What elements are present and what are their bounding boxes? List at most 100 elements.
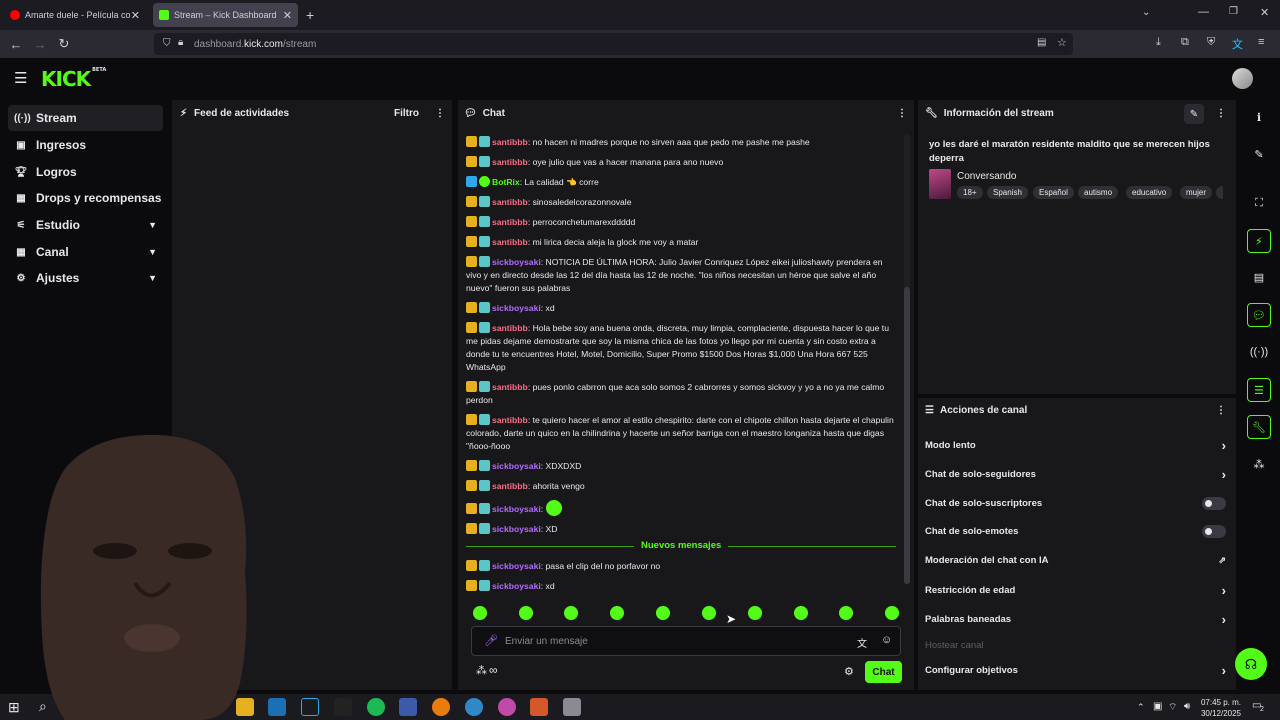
menu-icon[interactable]: ≡ — [1258, 36, 1264, 48]
chat-username[interactable]: santibbb — [492, 217, 528, 227]
close-tab-icon[interactable]: ✕ — [131, 9, 140, 22]
chat-username[interactable]: santibbb — [492, 481, 528, 491]
kick-logo[interactable]: KICK BETA — [41, 67, 106, 91]
support-headset-icon[interactable]: ☊ — [1235, 648, 1267, 680]
sidebar-item-ajustes[interactable]: ⚙ Ajustes ▼ — [8, 265, 163, 291]
steam-icon[interactable] — [268, 698, 286, 716]
chat-more-icon[interactable]: ⋮ — [897, 108, 907, 119]
action-configure-goals[interactable]: Configurar objetivos › — [925, 659, 1230, 681]
wifi-icon[interactable]: ⌔ — [1168, 701, 1177, 714]
chat-message[interactable]: santibbb: no hacen ni madres porque no s… — [466, 136, 898, 149]
emote-icon[interactable] — [702, 606, 716, 620]
sidebar-item-logros[interactable]: 🏆︎ Logros — [8, 159, 163, 185]
stream-info-more-icon[interactable]: ⋮ — [1216, 108, 1226, 119]
chat-username[interactable]: sickboysaki — [492, 303, 541, 313]
chat-username[interactable]: santibbb — [492, 197, 528, 207]
app-icon[interactable] — [498, 698, 516, 716]
url-bar[interactable]: ⛉ 🔒︎ dashboard. kick.com/stream ▤ ☆ — [154, 33, 1073, 55]
chat-message[interactable]: BotRix: La calidad 👈 corre — [466, 176, 898, 189]
emote-icon[interactable] — [839, 606, 853, 620]
broadcast-icon[interactable]: ((·)) — [1247, 340, 1271, 364]
emote-icon[interactable] — [794, 606, 808, 620]
channel-points-icon[interactable]: ⁂ — [476, 664, 487, 677]
browser-tab-youtube[interactable]: Amarte duele - Película comple ✕ — [4, 3, 146, 27]
feed-filter-button[interactable]: Filtro — [394, 108, 419, 119]
reload-icon[interactable]: ↻ — [53, 33, 75, 55]
reader-view-icon[interactable]: ▤ — [1037, 37, 1046, 48]
document-icon[interactable]: ▤ — [1247, 265, 1271, 289]
emote-icon[interactable] — [473, 606, 487, 620]
chat-username[interactable]: sickboysaki — [492, 561, 541, 571]
forward-arrow-icon[interactable]: → — [29, 33, 51, 55]
tab-list-chevron-icon[interactable]: ⌄ — [1142, 7, 1150, 18]
action-ai-moderation[interactable]: Moderación del chat con IA ⇗ — [925, 549, 1230, 571]
sidebar-item-drops[interactable]: ▦ Drops y recompensas — [8, 185, 163, 211]
feed-more-icon[interactable]: ⋮ — [435, 108, 445, 119]
extensions-icon[interactable]: ⧉ — [1181, 36, 1189, 49]
minimize-icon[interactable]: — — [1198, 6, 1209, 18]
chat-username[interactable]: BotRix — [492, 177, 520, 187]
wrench-icon[interactable]: 🔧︎ — [1247, 415, 1271, 439]
sidebar-item-estudio[interactable]: ⚟ Estudio ▼ — [8, 212, 163, 238]
chat-message[interactable]: sickboysaki: — [466, 500, 898, 516]
chat-message[interactable]: santibbb: mi lirica decia aleja la glock… — [466, 236, 898, 249]
bookmark-star-icon[interactable]: ☆ — [1057, 36, 1067, 49]
chat-scrollbar-thumb[interactable] — [904, 287, 910, 584]
chat-settings-gear-icon[interactable]: ⚙ — [844, 665, 854, 678]
channel-actions-icon[interactable]: ☰ — [1247, 378, 1271, 402]
app-icon[interactable] — [465, 698, 483, 716]
emote-icon[interactable] — [748, 606, 762, 620]
emote-icon[interactable] — [656, 606, 670, 620]
browser-tab-kick[interactable]: Stream – Kick Dashboard ✕ — [153, 3, 298, 27]
tray-app-icon[interactable]: ▣ — [1153, 701, 1162, 712]
activity-feed-icon[interactable]: ⚡︎ — [1247, 229, 1271, 253]
close-tab-icon[interactable]: ✕ — [283, 9, 292, 22]
hamburger-menu-icon[interactable]: ☰ — [14, 69, 27, 87]
chat-username[interactable]: santibbb — [492, 237, 528, 247]
info-icon[interactable]: ℹ — [1247, 105, 1271, 129]
action-slow-mode[interactable]: Modo lento › — [925, 434, 1230, 456]
chat-username[interactable]: sickboysaki — [492, 524, 541, 534]
chat-message[interactable]: santibbb: Hola bebe soy ana buena onda, … — [466, 322, 898, 374]
emote-icon[interactable] — [885, 606, 899, 620]
chat-message[interactable]: sickboysaki: pasa el clip del no porfavo… — [466, 560, 898, 573]
chat-message[interactable]: santibbb: sinosaledelcorazonnovale — [466, 196, 898, 209]
chat-username[interactable]: santibbb — [492, 157, 528, 167]
volume-icon[interactable]: 🔊︎ — [1184, 701, 1190, 712]
chat-message[interactable]: sickboysaki: XDXDXD — [466, 460, 898, 473]
action-age-restriction[interactable]: Restricción de edad › — [925, 579, 1230, 601]
translate-icon[interactable]: 文 — [1232, 36, 1243, 52]
chat-message[interactable]: sickboysaki: NOTICIA DE ÚLTIMA HORA: Jul… — [466, 256, 898, 295]
chat-message[interactable]: santibbb: perroconchetumarexddddd — [466, 216, 898, 229]
spotify-icon[interactable] — [367, 698, 385, 716]
taskbar-clock[interactable]: 07:45 p. m. 30/12/2025 — [1200, 697, 1241, 719]
subscribers-only-toggle[interactable] — [1202, 496, 1226, 510]
back-arrow-icon[interactable]: ← — [5, 33, 27, 55]
chat-username[interactable]: santibbb — [492, 415, 528, 425]
chat-message[interactable]: santibbb: oye julio que vas a hacer mana… — [466, 156, 898, 169]
chat-message[interactable]: santibbb: ahorita vengo — [466, 480, 898, 493]
chat-icon[interactable]: 💬︎ — [1247, 303, 1271, 327]
new-tab-button[interactable]: + — [306, 7, 314, 23]
sidebar-item-stream[interactable]: ((·)) Stream — [8, 105, 163, 131]
chat-message[interactable]: santibbb: te quiero hacer el amor al est… — [466, 414, 898, 453]
emote-icon[interactable] — [610, 606, 624, 620]
emote-icon[interactable] — [519, 606, 533, 620]
chat-username[interactable]: santibbb — [492, 323, 528, 333]
add-widget-icon[interactable]: ⁂ — [1247, 452, 1271, 476]
avatar[interactable] — [1232, 68, 1253, 89]
chat-message-input[interactable]: 🎤︎ Enviar un mensaje 文 ☺ — [471, 626, 901, 656]
action-followers-only[interactable]: Chat de solo-seguidores › — [925, 463, 1230, 485]
close-window-icon[interactable]: ✕ — [1260, 6, 1269, 19]
chat-message[interactable]: sickboysaki: XD — [466, 523, 898, 536]
windows-start-icon[interactable]: ⊞ — [8, 699, 20, 716]
chat-username[interactable]: sickboysaki — [492, 504, 541, 514]
chat-username[interactable]: sickboysaki — [492, 461, 541, 471]
blender-icon[interactable] — [432, 698, 450, 716]
ublock-icon[interactable]: ⛨ — [1207, 36, 1215, 49]
emoji-icon[interactable]: ☺ — [881, 634, 892, 646]
microphone-icon[interactable]: 🎤︎ — [484, 634, 498, 647]
sidebar-item-ingresos[interactable]: ▣ Ingresos — [8, 132, 163, 158]
chat-message[interactable]: sickboysaki: xd — [466, 580, 898, 593]
app-icon[interactable] — [399, 698, 417, 716]
